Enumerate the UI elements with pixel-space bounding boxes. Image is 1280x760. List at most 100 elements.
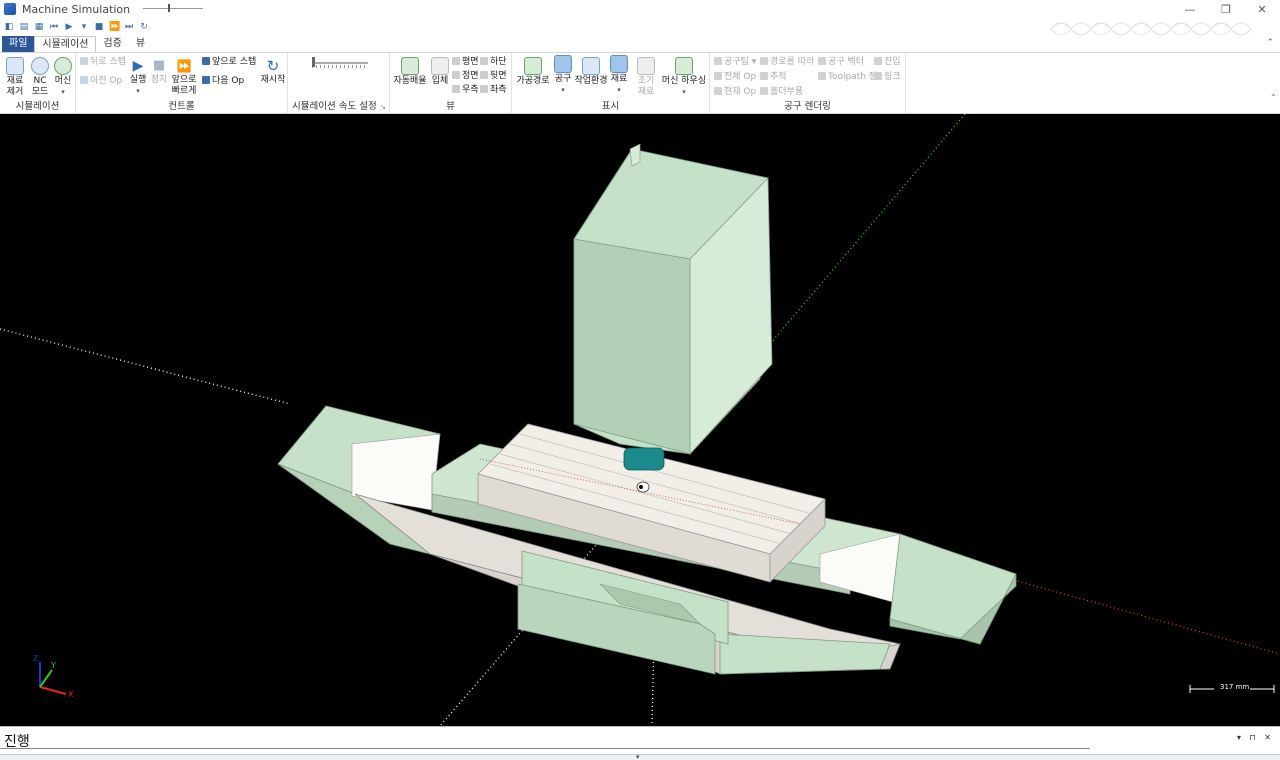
- progress-panel-controls[interactable]: ▾ ⊓ ✕: [1237, 733, 1274, 742]
- app-menu-icon[interactable]: ◧: [4, 22, 14, 32]
- machine-housing-button[interactable]: 머신 하우싱 ▾: [660, 57, 708, 98]
- axis-y-label: Y: [50, 661, 56, 670]
- run-button[interactable]: ▶ 실행 ▾: [129, 57, 147, 97]
- prev-op-icon: [80, 76, 88, 84]
- toolpath-point-button[interactable]: Toolpath 점: [818, 72, 877, 83]
- tab-simulation[interactable]: 시뮬레이션: [34, 36, 97, 52]
- window-title: Machine Simulation: [22, 2, 131, 16]
- all-op-label: 전체 Op: [724, 72, 757, 82]
- step-forward-icon: [202, 57, 210, 65]
- step-back-button[interactable]: 뒤로 스텝: [80, 57, 126, 68]
- tool-vector-icon: [818, 57, 826, 65]
- back-view-icon: [480, 71, 488, 79]
- workholding-button[interactable]: 작업환경: [574, 57, 608, 87]
- nc-mode-label: NC 모드: [31, 76, 49, 97]
- fast-forward-icon[interactable]: ⏩: [109, 22, 120, 32]
- tab-file[interactable]: 파일: [2, 36, 35, 52]
- stock-button[interactable]: 재료 ▾: [608, 55, 630, 96]
- tool-tip-label: 공구팁: [724, 57, 749, 67]
- dialog-launcher-icon[interactable]: ↘: [380, 103, 386, 111]
- stop-icon[interactable]: ■: [94, 22, 104, 32]
- minimize-button[interactable]: —: [1172, 0, 1208, 18]
- machine-3d-view[interactable]: X Z Y: [0, 114, 1280, 726]
- stop-button[interactable]: ■ 정지: [150, 57, 168, 86]
- cube-icon: [431, 57, 449, 75]
- machine-button[interactable]: 머신 ▾: [53, 57, 73, 98]
- tool-button[interactable]: 공구 ▾: [552, 55, 574, 96]
- along-path-button[interactable]: 경로를 따라: [760, 57, 814, 68]
- remove-stock-button[interactable]: 재료 제거: [4, 57, 26, 98]
- all-op-button[interactable]: 전체 Op: [714, 72, 756, 83]
- close-button[interactable]: ✕: [1244, 0, 1280, 18]
- group-tool-rendering: 공구팁 ▾ 경로를 따라 공구 벡터 진입 전체 Op 추적 Toolpath …: [710, 53, 906, 114]
- fast-forward-button[interactable]: ⏩ 앞으로 빠르게: [170, 57, 198, 97]
- iso-view-button[interactable]: 입체: [430, 57, 450, 87]
- initial-stock-label: 초기 재료: [637, 76, 655, 97]
- cutting-tool: [623, 447, 665, 471]
- progress-bar: [0, 748, 1090, 749]
- next-icon[interactable]: ⏭: [124, 22, 134, 32]
- trace-button[interactable]: 추적: [760, 72, 787, 83]
- auto-fit-button[interactable]: 자동배율: [392, 57, 428, 87]
- play-icon[interactable]: ▶: [64, 22, 74, 32]
- bottom-view-button[interactable]: 하단: [480, 57, 507, 68]
- workholding-label: 작업환경: [574, 76, 608, 86]
- back-view-button[interactable]: 뒷면: [480, 71, 507, 82]
- simulation-viewport[interactable]: X Z Y 317 mm: [0, 114, 1280, 726]
- tool-vector-button[interactable]: 공구 벡터: [818, 57, 864, 68]
- open-icon[interactable]: ▤: [19, 22, 29, 32]
- x-axis-red-line: [1009, 578, 1280, 655]
- axis-z-label: Z: [33, 654, 39, 663]
- ribbon-collapse-icon[interactable]: ⌃: [1266, 38, 1274, 48]
- tool-tip-icon: [714, 57, 722, 65]
- step-forward-button[interactable]: 앞으로 스텝: [202, 57, 256, 68]
- tool-label: 공구: [554, 74, 572, 84]
- next-op-button[interactable]: 다음 Op: [202, 76, 244, 87]
- holder-part-button[interactable]: 홀더부품: [760, 87, 803, 98]
- nc-mode-icon: [31, 57, 49, 75]
- top-view-button[interactable]: 평면: [452, 57, 479, 68]
- step-back-icon: [80, 57, 88, 65]
- link-label: 링크: [884, 72, 901, 82]
- entry-button[interactable]: 진입: [874, 57, 901, 68]
- fast-forward-label: 앞으로 빠르게: [171, 75, 197, 96]
- step-forward-label: 앞으로 스텝: [212, 57, 257, 67]
- save-icon[interactable]: ▦: [34, 22, 44, 32]
- front-view-button[interactable]: 정면: [452, 71, 479, 82]
- right-view-button[interactable]: 우측: [452, 85, 479, 96]
- dropdown-icon[interactable]: ▾: [79, 22, 89, 32]
- restart-button[interactable]: ↻ 재시작: [260, 57, 286, 86]
- group-label-control: 컨트롤: [168, 101, 195, 112]
- group-control: 뒤로 스텝 이전 Op ▶ 실행 ▾ ■ 정지 ⏩ 앞으로 빠르게 앞으로 스텝…: [76, 53, 288, 114]
- group-label-tool-rendering: 공구 렌더링: [784, 101, 831, 112]
- nc-mode-button[interactable]: NC 모드: [30, 57, 50, 98]
- step-back-icon[interactable]: ⏮: [49, 22, 59, 32]
- ribbon: 재료 제거 NC 모드 머신 ▾ 시뮬레이션 뒤로 스텝 이전 Op ▶ 실행 …: [0, 52, 1280, 114]
- speed-slider-thumb[interactable]: [312, 57, 315, 67]
- trace-label: 추적: [770, 72, 787, 82]
- restart-icon[interactable]: ↻: [139, 22, 149, 32]
- prev-op-button[interactable]: 이전 Op: [80, 76, 122, 87]
- machine-label: 머신: [54, 76, 72, 86]
- expand-arrow-icon[interactable]: ▾: [636, 753, 640, 760]
- auto-fit-label: 자동배율: [393, 76, 427, 86]
- current-op-button[interactable]: 현재 Op: [714, 87, 756, 98]
- entry-label: 진입: [884, 57, 901, 67]
- tool-icon: [554, 55, 572, 73]
- qat-speed-thumb[interactable]: [168, 4, 170, 12]
- x-axis-white-line: [0, 328, 291, 405]
- speed-slider-track[interactable]: [312, 62, 368, 64]
- tab-verify[interactable]: 검증: [96, 36, 128, 52]
- tool-tip-button[interactable]: 공구팁 ▾: [714, 57, 756, 68]
- tab-view[interactable]: 뷰: [129, 36, 152, 52]
- restore-button[interactable]: ❐: [1208, 0, 1244, 18]
- run-label: 실행: [129, 75, 147, 85]
- qat-speed-slider[interactable]: [143, 8, 203, 9]
- front-view-label: 정면: [462, 71, 479, 81]
- group-label-simulation: 시뮬레이션: [15, 101, 60, 112]
- toolpath-button[interactable]: 가공경로: [515, 57, 551, 87]
- link-button[interactable]: 링크: [874, 72, 901, 83]
- initial-stock-button[interactable]: 초기 재료: [634, 57, 658, 98]
- group-label-view: 뷰: [446, 101, 455, 112]
- left-view-button[interactable]: 좌측: [480, 85, 507, 96]
